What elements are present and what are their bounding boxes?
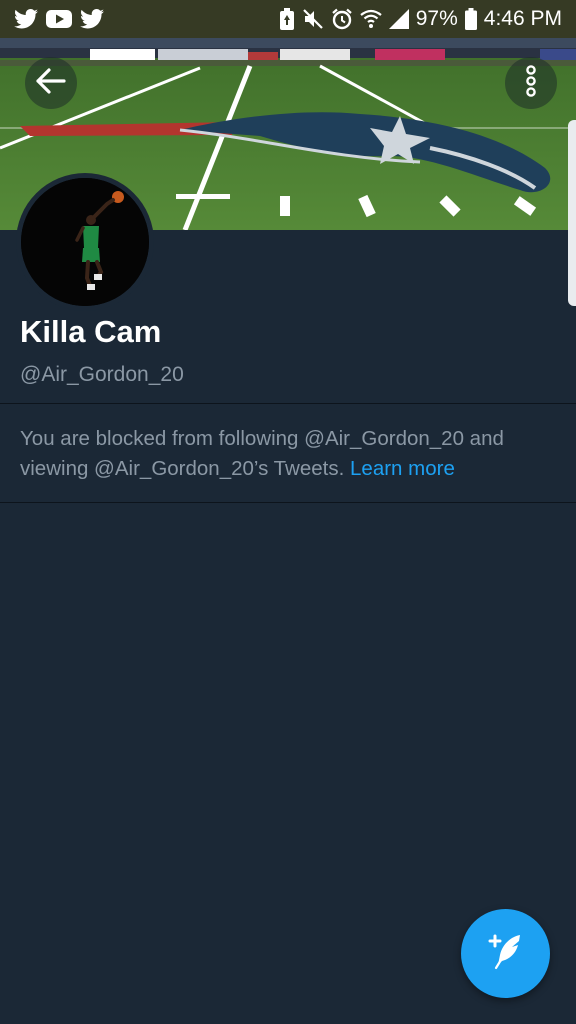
- user-handle: @Air_Gordon_20: [20, 363, 184, 386]
- scroll-handle[interactable]: [568, 120, 576, 306]
- system-icons: 97% 4:46 PM: [279, 7, 562, 31]
- back-arrow-icon: [36, 67, 66, 99]
- wifi-icon: [360, 9, 382, 29]
- more-vertical-icon: [525, 64, 537, 102]
- notification-icons: [14, 9, 104, 29]
- back-button[interactable]: [25, 57, 77, 109]
- compose-tweet-button[interactable]: [461, 909, 550, 998]
- twitter-icon: [80, 9, 104, 29]
- compose-tweet-icon: [484, 931, 528, 976]
- twitter-icon: [14, 9, 38, 29]
- more-options-button[interactable]: [505, 57, 557, 109]
- battery-percent: 97%: [415, 7, 458, 30]
- clock: 4:46 PM: [483, 7, 562, 30]
- avatar-image: [21, 178, 149, 306]
- blocked-notice: You are blocked from following @Air_Gord…: [20, 424, 560, 484]
- display-name: Killa Cam: [20, 314, 162, 349]
- divider: [0, 403, 576, 404]
- avatar[interactable]: [16, 173, 154, 311]
- battery-icon: [464, 8, 477, 30]
- battery-saver-icon: [279, 8, 295, 30]
- divider: [0, 502, 576, 503]
- mute-icon: [302, 8, 324, 30]
- youtube-icon: [46, 10, 72, 28]
- signal-icon: [388, 9, 409, 29]
- alarm-icon: [331, 8, 353, 30]
- learn-more-link[interactable]: Learn more: [350, 457, 455, 480]
- status-bar: 97% 4:46 PM: [0, 0, 576, 38]
